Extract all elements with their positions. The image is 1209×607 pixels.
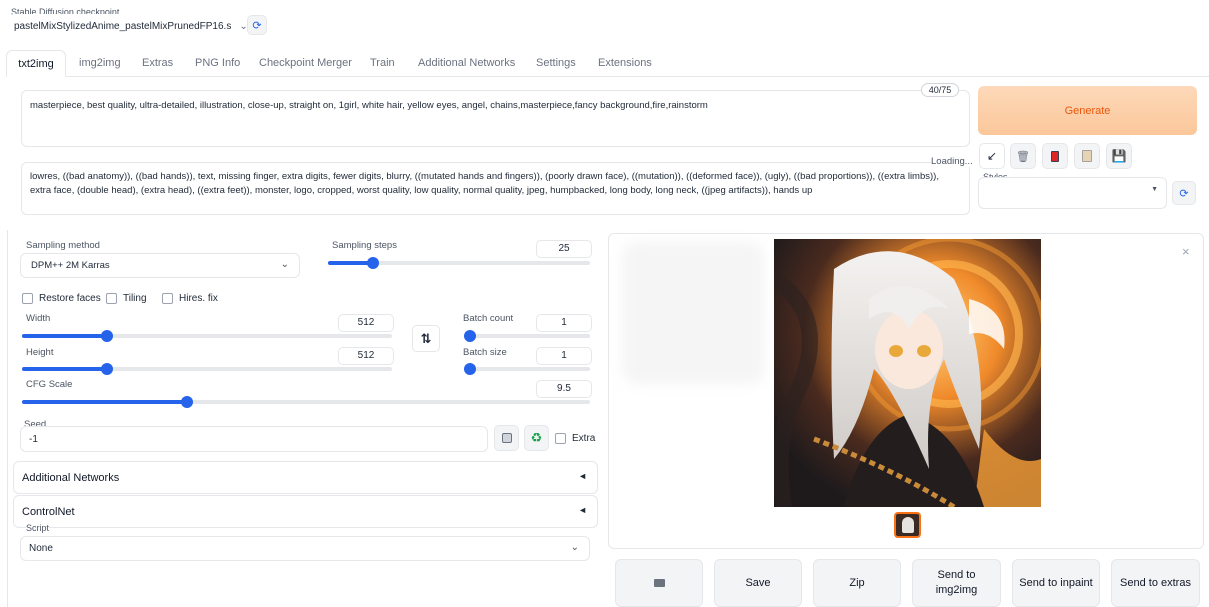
- width-slider[interactable]: [22, 330, 392, 342]
- cfg-scale-slider[interactable]: [22, 396, 590, 408]
- hires-fix-checkbox[interactable]: Hires. fix: [162, 293, 218, 304]
- gallery-thumbnail[interactable]: [894, 512, 921, 538]
- refresh-icon: ⟳: [1179, 187, 1189, 200]
- restore-faces-checkbox[interactable]: Restore faces: [22, 293, 101, 304]
- extra-seed-checkbox[interactable]: Extra: [555, 433, 595, 444]
- batch-count-slider[interactable]: [464, 330, 590, 342]
- send-to-img2img-button[interactable]: Send to img2img: [912, 559, 1001, 607]
- send-to-extras-button[interactable]: Send to extras: [1111, 559, 1200, 607]
- cfg-scale-label: CFG Scale: [26, 379, 73, 390]
- refresh-styles-button[interactable]: ⟳: [1172, 181, 1196, 205]
- tabs-underline: [6, 76, 1209, 77]
- checkbox-box[interactable]: [106, 293, 117, 304]
- sampling-method-value: DPM++ 2M Karras: [31, 260, 110, 271]
- blurred-preview: [622, 242, 764, 384]
- negative-prompt-textarea[interactable]: lowres, ((bad anatomy)), ((bad hands)), …: [21, 162, 970, 215]
- dice-icon: [501, 433, 512, 443]
- clear-prompt-button[interactable]: 🗑: [1010, 143, 1036, 169]
- script-select[interactable]: None ⌄: [20, 536, 590, 561]
- script-label: Script: [26, 523, 50, 533]
- swap-icon: ⇅: [420, 330, 432, 346]
- close-icon[interactable]: ×: [1182, 244, 1190, 259]
- apply-style-button[interactable]: [1074, 143, 1100, 169]
- arrow-icon: ↙: [986, 149, 998, 163]
- card-icon: [1051, 150, 1059, 162]
- generated-image[interactable]: [774, 239, 1041, 507]
- width-input[interactable]: 512: [338, 314, 394, 332]
- checkbox-box[interactable]: [162, 293, 173, 304]
- batch-count-label: Batch count: [463, 313, 514, 324]
- collapse-arrow-icon: ◄: [578, 471, 587, 481]
- tab-extras[interactable]: Extras: [142, 57, 173, 69]
- cfg-scale-input[interactable]: 9.5: [536, 380, 592, 398]
- tab-train[interactable]: Train: [370, 57, 395, 69]
- controlnet-accordion[interactable]: ControlNet ◄: [13, 495, 598, 528]
- additional-networks-accordion[interactable]: Additional Networks ◄: [13, 461, 598, 494]
- zip-button[interactable]: Zip: [813, 559, 901, 607]
- sampling-method-label: Sampling method: [26, 240, 100, 251]
- height-label: Height: [26, 347, 54, 358]
- tab-img2img[interactable]: img2img: [79, 57, 121, 69]
- checkbox-box[interactable]: [22, 293, 33, 304]
- seed-input[interactable]: -1: [20, 426, 488, 452]
- batch-count-input[interactable]: 1: [536, 314, 592, 332]
- collapse-arrow-icon: ◄: [578, 505, 587, 515]
- reuse-seed-button[interactable]: ♻: [524, 425, 549, 451]
- anime-illustration: [774, 239, 1041, 507]
- save-button[interactable]: Save: [714, 559, 802, 607]
- prompt-text: masterpiece, best quality, ultra-detaile…: [30, 100, 708, 111]
- sampling-steps-slider[interactable]: [328, 257, 590, 269]
- random-seed-button[interactable]: [494, 425, 519, 451]
- send-to-inpaint-button[interactable]: Send to inpaint: [1012, 559, 1100, 607]
- styles-dropdown[interactable]: ▼: [978, 177, 1167, 209]
- height-slider[interactable]: [22, 363, 392, 375]
- tiling-checkbox[interactable]: Tiling: [106, 293, 147, 304]
- refresh-checkpoint-button[interactable]: ⟳: [247, 15, 267, 35]
- sampling-steps-input[interactable]: 25: [536, 240, 592, 258]
- paste-button[interactable]: ↙: [979, 143, 1005, 169]
- tab-extensions[interactable]: Extensions: [598, 57, 652, 69]
- loading-status: Loading...: [931, 156, 973, 167]
- tab-png-info[interactable]: PNG Info: [195, 57, 240, 69]
- batch-size-label: Batch size: [463, 347, 507, 358]
- checkpoint-value: pastelMixStylizedAnime_pastelMixPrunedFP…: [14, 20, 232, 32]
- chevron-down-icon: ⌄: [280, 259, 289, 270]
- height-input[interactable]: 512: [338, 347, 394, 365]
- swap-dimensions-button[interactable]: ⇅: [412, 325, 440, 352]
- floppy-icon: 💾: [1111, 149, 1127, 163]
- tab-checkpoint-merger[interactable]: Checkpoint Merger: [259, 57, 352, 69]
- token-counter: 40/75: [921, 83, 959, 97]
- batch-size-slider[interactable]: [464, 363, 590, 375]
- batch-size-input[interactable]: 1: [536, 347, 592, 365]
- negative-prompt-text: lowres, ((bad anatomy)), ((bad hands)), …: [30, 171, 939, 196]
- tab-txt2img[interactable]: txt2img: [6, 50, 66, 77]
- tab-additional-networks[interactable]: Additional Networks: [418, 57, 515, 69]
- prompt-textarea[interactable]: masterpiece, best quality, ultra-detaile…: [21, 90, 970, 147]
- tab-settings[interactable]: Settings: [536, 57, 576, 69]
- open-folder-button[interactable]: [615, 559, 703, 607]
- sampling-steps-label: Sampling steps: [332, 240, 397, 251]
- checkbox-box[interactable]: [555, 433, 566, 444]
- sampling-method-select[interactable]: DPM++ 2M Karras ⌄: [20, 253, 300, 278]
- clipboard-icon: [1082, 150, 1092, 162]
- checkpoint-select[interactable]: pastelMixStylizedAnime_pastelMixPrunedFP…: [8, 14, 248, 38]
- dropdown-arrow-icon: ▼: [1151, 186, 1158, 193]
- trash-icon: 🗑: [1016, 150, 1030, 163]
- width-label: Width: [26, 313, 51, 324]
- extra-networks-button[interactable]: [1042, 143, 1068, 169]
- thumbnail-hair: [902, 517, 914, 533]
- refresh-icon: ⟳: [252, 19, 262, 32]
- generate-button[interactable]: Generate: [978, 86, 1197, 135]
- settings-panel-border: [7, 230, 8, 607]
- recycle-icon: ♻: [530, 430, 543, 445]
- save-style-button[interactable]: 💾: [1106, 143, 1132, 169]
- chevron-down-icon: ⌄: [570, 542, 579, 553]
- folder-icon: [653, 579, 665, 587]
